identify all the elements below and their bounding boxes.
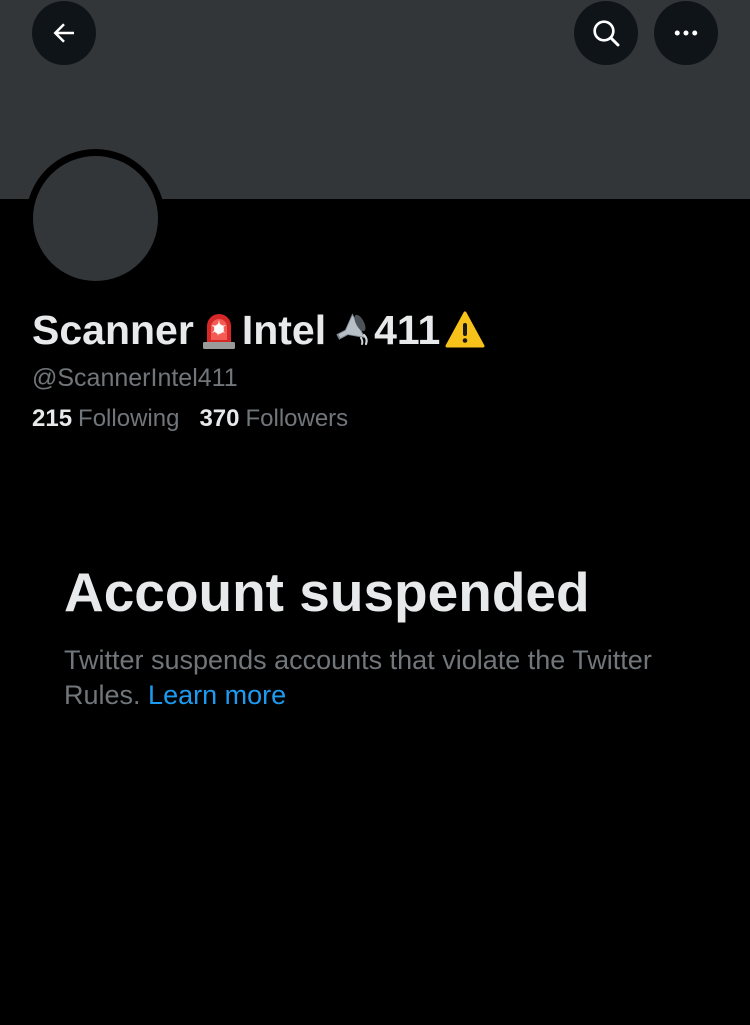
avatar-frame [26, 149, 165, 288]
display-name-part-411: 411 [374, 307, 441, 353]
following-count: 215 [32, 405, 73, 432]
suspension-message: Twitter suspends accounts that violate t… [64, 643, 684, 713]
follow-stats: 215 Following 370 Followers [32, 405, 348, 433]
followers-label: Followers [245, 405, 349, 432]
more-button[interactable] [654, 1, 718, 65]
profile-handle: @ScannerIntel411 [32, 364, 238, 392]
display-name-part-scanner: Scanner [32, 307, 194, 353]
avatar[interactable] [33, 156, 158, 281]
learn-more-link[interactable]: Learn more [148, 680, 286, 710]
back-button[interactable] [32, 1, 96, 65]
display-name-part-intel: Intel [241, 307, 327, 353]
display-name: Scanner Intel 411 [32, 306, 488, 354]
loudspeaker-icon [330, 309, 372, 351]
search-icon [590, 17, 622, 49]
police-car-light-icon [198, 309, 240, 351]
arrow-left-icon [49, 18, 79, 48]
search-button[interactable] [574, 1, 638, 65]
more-horizontal-icon [671, 18, 701, 48]
following-label: Following [78, 405, 180, 432]
warning-icon [444, 309, 486, 351]
followers-count: 370 [199, 405, 240, 432]
following-link[interactable]: 215 Following [32, 405, 179, 433]
followers-link[interactable]: 370 Followers [199, 405, 348, 433]
suspension-title: Account suspended [64, 561, 590, 623]
